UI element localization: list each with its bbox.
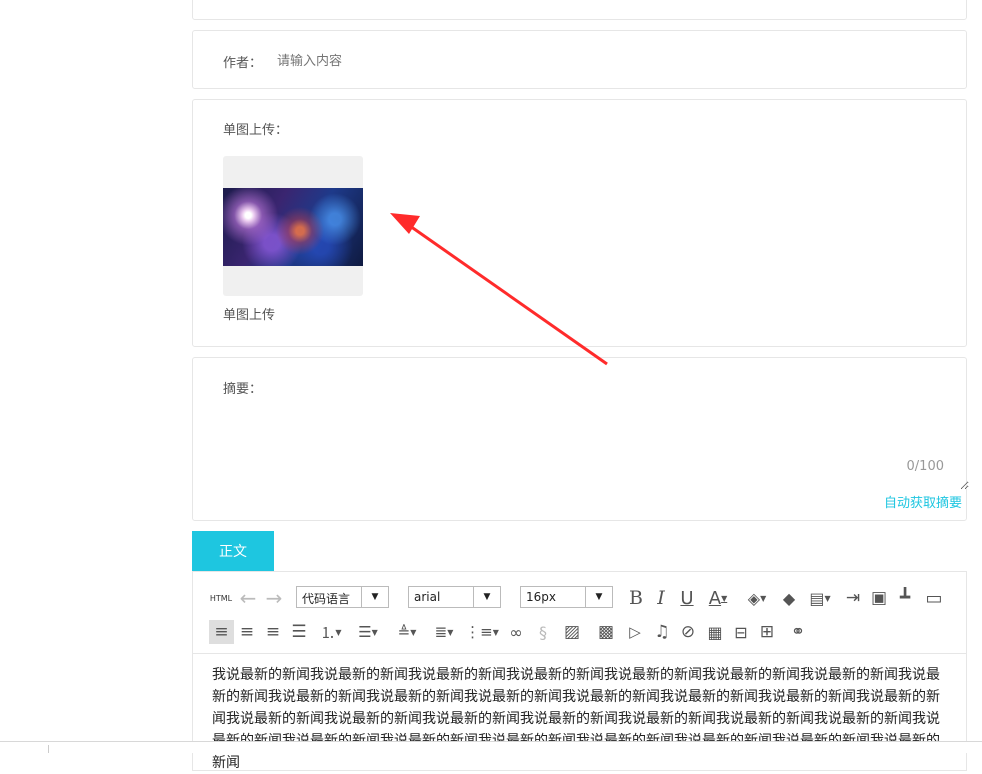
unordered-list-icon[interactable]: ☰ ▼	[353, 621, 383, 643]
italic-icon[interactable]: I	[650, 587, 672, 609]
single-upload-label: 单图上传：	[223, 123, 289, 138]
multi-image-icon[interactable]: ▩	[595, 621, 617, 643]
undo-icon[interactable]: ←	[237, 586, 259, 610]
image-icon[interactable]: ▨	[561, 621, 583, 643]
bottom-tick	[48, 745, 49, 753]
link-icon[interactable]: ∞	[505, 621, 527, 643]
font-color-icon[interactable]: A ▼	[702, 587, 734, 609]
chevron-down-icon: ▼	[473, 587, 500, 607]
indent-list-icon[interactable]: ⋮≡ ▼	[465, 621, 499, 643]
summary-card: 摘要： 0/100 自动获取摘要	[192, 357, 969, 521]
bottom-bar	[0, 742, 982, 753]
paste-icon[interactable]: ▣	[868, 587, 890, 609]
html-source-button[interactable]: HTML	[210, 587, 232, 609]
background-color-icon[interactable]: ◈ ▼	[742, 587, 772, 609]
indent-icon[interactable]: ⇥	[842, 587, 864, 609]
upload-box[interactable]	[223, 156, 363, 296]
unlink-icon[interactable]: §	[532, 621, 554, 643]
chevron-down-icon: ▼	[585, 587, 612, 607]
eraser-icon[interactable]: ◆	[778, 587, 800, 609]
music-icon[interactable]: ♫	[651, 621, 673, 643]
align-center-icon[interactable]: ≡	[262, 621, 284, 643]
auto-summary-link[interactable]: 自动获取摘要	[884, 492, 962, 511]
author-label: 作者：	[223, 56, 263, 71]
align-justify-icon[interactable]: ☰	[288, 621, 310, 643]
redo-icon[interactable]: →	[263, 586, 285, 610]
code-language-select[interactable]: 代码语言 ▼	[296, 586, 389, 608]
line-height-icon[interactable]: ≜ ▼	[392, 621, 422, 643]
bold-icon[interactable]: B	[625, 587, 647, 609]
align-right-icon[interactable]: ≡	[236, 621, 258, 643]
summary-textarea[interactable]	[275, 370, 969, 490]
format-block-icon[interactable]: ▤ ▼	[805, 587, 835, 609]
preview-icon[interactable]: ▭	[923, 587, 945, 609]
uploaded-image	[223, 188, 363, 266]
search-replace-icon[interactable]: ⚭	[784, 621, 812, 643]
underline-icon[interactable]: U	[676, 587, 698, 609]
attachment-icon[interactable]: ⊘	[677, 621, 699, 643]
insert-code-icon[interactable]: ▦	[704, 621, 726, 643]
author-card: 作者：	[192, 30, 967, 89]
summary-label: 摘要：	[223, 382, 263, 397]
ordered-list-icon[interactable]: ⒈ ▼	[316, 621, 346, 643]
chevron-down-icon: ▼	[361, 587, 388, 607]
single-upload-caption: 单图上传	[223, 308, 276, 323]
editor-content[interactable]: 我说最新的新闻我说最新的新闻我说最新的新闻我说最新的新闻我说最新的新闻我说最新的…	[212, 664, 952, 774]
tab-body[interactable]: 正文	[192, 531, 274, 571]
summary-counter: 0/100	[906, 459, 944, 474]
paragraph-spacing-icon[interactable]: ≣ ▼	[429, 621, 459, 643]
video-icon[interactable]: ▷	[624, 621, 646, 643]
align-left-icon[interactable]: ≡	[209, 620, 234, 644]
top-card	[192, 0, 967, 20]
font-family-select[interactable]: arial ▼	[408, 586, 501, 608]
author-input[interactable]	[275, 47, 929, 75]
page-break-icon[interactable]: ⊟	[730, 621, 752, 643]
format-brush-icon[interactable]: ┻	[894, 587, 916, 609]
single-upload-card: 单图上传： 单图上传	[192, 99, 967, 347]
font-size-select[interactable]: 16px ▼	[520, 586, 613, 608]
table-icon[interactable]: ⊞	[756, 621, 778, 643]
